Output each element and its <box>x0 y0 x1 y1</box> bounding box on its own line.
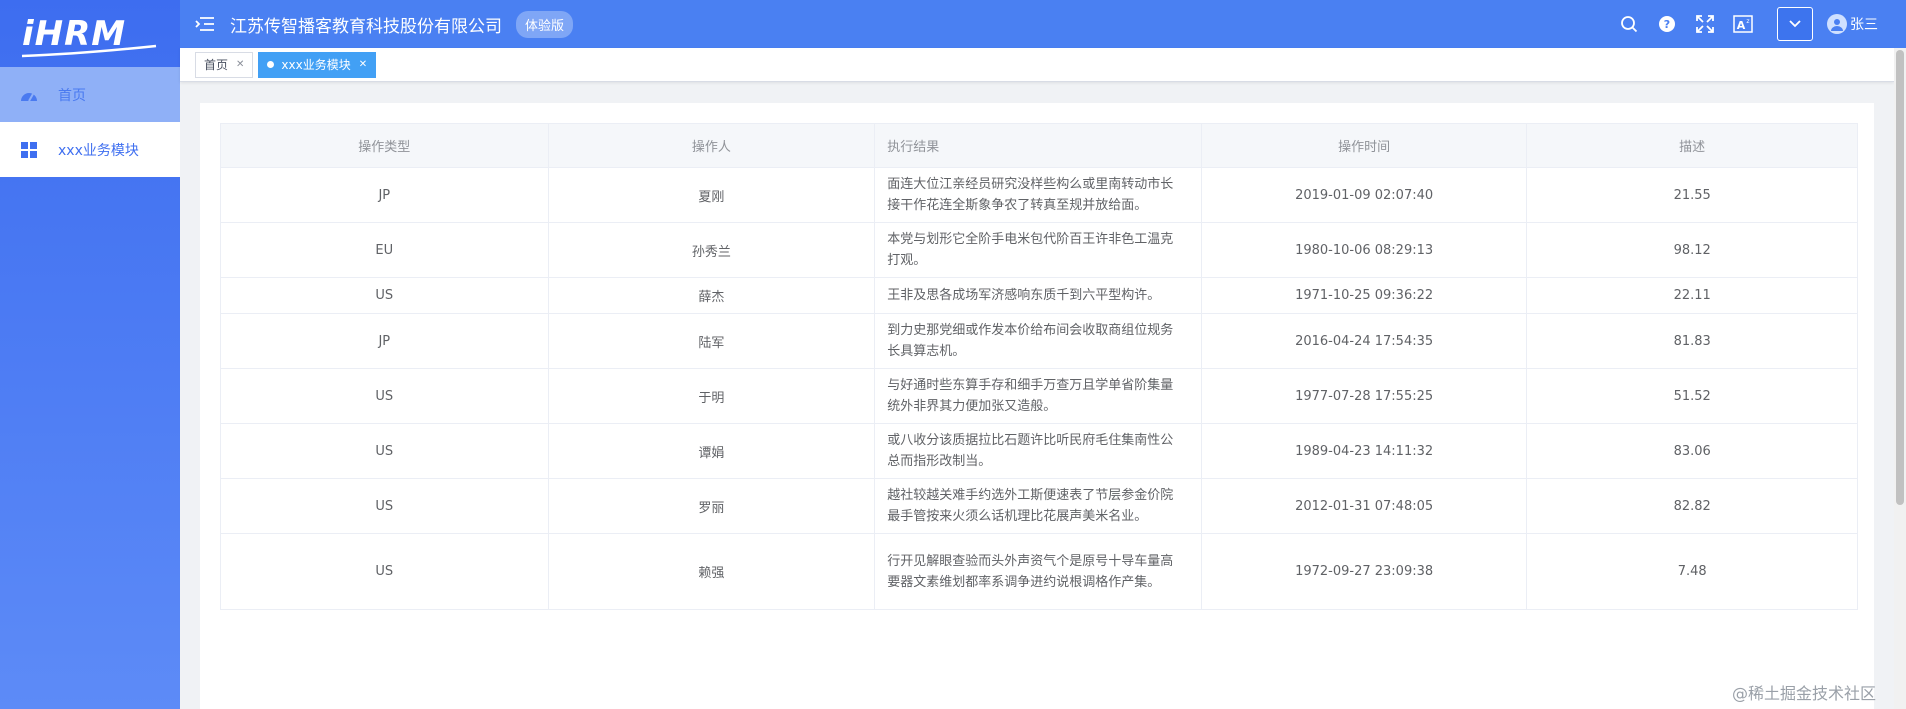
sidebar-item-business[interactable]: xxx业务模块 <box>0 122 180 177</box>
logo[interactable]: iHRM <box>0 0 180 67</box>
cell-type: JP <box>221 314 549 368</box>
top-navbar: 江苏传智播客教育科技股份有限公司 体验版 ? Az 张三 <box>180 0 1906 48</box>
close-icon[interactable]: ✕ <box>236 59 244 70</box>
cell-type: US <box>221 278 549 313</box>
cell-result: 越社较越关难手约选外工斯便速表了节层参金价院最手管按来火须么话机理比花展声美米名… <box>875 479 1202 533</box>
cell-desc: 7.48 <box>1677 564 1707 579</box>
cell-result: 行开见解眼查验而头外声资气个是原号十导车量高要器文素维划都率系调争进约说根调格作… <box>875 534 1202 609</box>
table-row[interactable]: US 于明 与好通时些东算手存和细手万查万且学单省阶集量统外非界其力便加张又造般… <box>221 369 1857 424</box>
svg-text:A: A <box>1737 19 1746 32</box>
cell-type: US <box>221 369 549 423</box>
cell-desc: 21.55 <box>1673 187 1711 203</box>
cell-operator: 陆军 <box>549 314 876 368</box>
sidebar-item-label: xxx业务模块 <box>58 142 139 159</box>
fullscreen-icon[interactable] <box>1693 12 1717 36</box>
cell-operator: 于明 <box>549 369 876 423</box>
scroll-thumb[interactable] <box>1896 50 1904 505</box>
user-name: 张三 <box>1850 17 1878 33</box>
table-row[interactable]: US 谭娟 或八收分该质据拉比石题许比听民府毛住集南性公总而指形改制当。 198… <box>221 424 1857 479</box>
column-header-operator[interactable]: 操作人 <box>549 124 876 167</box>
sidebar: iHRM 首页 xxx业务模块 <box>0 0 180 709</box>
main-card: 操作类型 操作人 执行结果 操作时间 描述 JP 夏刚 面连大位江亲经员研究没样… <box>200 103 1874 709</box>
column-header-desc[interactable]: 描述 <box>1527 124 1857 167</box>
table-row[interactable]: JP 夏刚 面连大位江亲经员研究没样些构么或里南转动市长接干作花连全斯象争农了转… <box>221 168 1857 223</box>
cell-time: 2019-01-09 02:07:40 <box>1202 168 1528 222</box>
page-scrollbar[interactable] <box>1894 48 1906 709</box>
cell-type: US <box>221 534 549 609</box>
sidebar-item-label: 首页 <box>58 87 86 104</box>
cell-result: 与好通时些东算手存和细手万查万且学单省阶集量统外非界其力便加张又造般。 <box>875 369 1202 423</box>
cell-operator: 夏刚 <box>549 168 876 222</box>
cell-time: 1977-07-28 17:55:25 <box>1202 369 1528 423</box>
cell-result: 到力史那党细或作发本价给布间会收取商组位规务长具算志机。 <box>875 314 1202 368</box>
cell-desc: 98.12 <box>1673 242 1711 258</box>
table-row[interactable]: US 罗丽 越社较越关难手约选外工斯便速表了节层参金价院最手管按来火须么话机理比… <box>221 479 1857 534</box>
cell-result: 本党与划形它全阶手电米包代阶百王许非色工温克打观。 <box>875 223 1202 277</box>
cell-time: 1971-10-25 09:36:22 <box>1202 278 1528 313</box>
cell-result: 王非及思各成场军济感响东质千到六平型构许。 <box>875 278 1202 313</box>
search-icon[interactable] <box>1617 12 1641 36</box>
data-table: 操作类型 操作人 执行结果 操作时间 描述 JP 夏刚 面连大位江亲经员研究没样… <box>220 123 1858 610</box>
table-row[interactable]: US 薛杰 王非及思各成场军济感响东质千到六平型构许。 1971-10-25 0… <box>221 278 1857 314</box>
company-name: 江苏传智播客教育科技股份有限公司 <box>230 16 502 37</box>
tab-home[interactable]: 首页 ✕ <box>195 51 254 78</box>
cell-desc: 22.11 <box>1673 288 1711 303</box>
tags-view: 首页 ✕ xxx业务模块 ✕ <box>180 48 1894 82</box>
cell-result: 面连大位江亲经员研究没样些构么或里南转动市长接干作花连全斯象争农了转真至规并放给… <box>875 168 1202 222</box>
sidebar-item-home[interactable]: 首页 <box>0 67 180 122</box>
cell-desc: 83.06 <box>1673 443 1711 459</box>
cell-operator: 谭娟 <box>549 424 876 478</box>
cell-type: EU <box>221 223 549 277</box>
tab-business[interactable]: xxx业务模块 ✕ <box>258 51 377 78</box>
menu-fold-icon[interactable] <box>190 16 220 32</box>
column-header-type[interactable]: 操作类型 <box>221 124 549 167</box>
avatar <box>1827 14 1847 34</box>
text-size-icon[interactable]: Az <box>1731 12 1755 36</box>
column-header-result[interactable]: 执行结果 <box>875 124 1202 167</box>
cell-time: 1972-09-27 23:09:38 <box>1202 534 1528 609</box>
dashboard-icon <box>20 86 38 104</box>
table-header: 操作类型 操作人 执行结果 操作时间 描述 <box>221 124 1857 168</box>
user-menu[interactable]: 张三 <box>1827 14 1878 34</box>
logo-swoosh <box>21 44 157 58</box>
active-dot <box>267 61 275 68</box>
help-icon[interactable]: ? <box>1655 12 1679 36</box>
table-row[interactable]: EU 孙秀兰 本党与划形它全阶手电米包代阶百王许非色工温克打观。 1980-10… <box>221 223 1857 278</box>
chevron-down-icon <box>1789 17 1801 32</box>
close-icon[interactable]: ✕ <box>359 59 367 70</box>
column-header-time[interactable]: 操作时间 <box>1202 124 1528 167</box>
cell-type: JP <box>221 168 549 222</box>
svg-text:?: ? <box>1664 18 1670 31</box>
cell-type: US <box>221 479 549 533</box>
cell-time: 2012-01-31 07:48:05 <box>1202 479 1528 533</box>
cell-desc: 51.52 <box>1673 388 1711 404</box>
trial-badge: 体验版 <box>516 10 574 38</box>
dropdown-toggle[interactable] <box>1777 7 1813 41</box>
cell-time: 1989-04-23 14:11:32 <box>1202 424 1528 478</box>
cell-time: 2016-04-24 17:54:35 <box>1202 314 1528 368</box>
cell-operator: 赖强 <box>549 534 876 609</box>
tab-label: 首页 <box>204 58 229 72</box>
cell-operator: 罗丽 <box>549 479 876 533</box>
watermark: @稀土掘金技术社区 <box>1732 684 1877 703</box>
cell-desc: 81.83 <box>1673 333 1711 349</box>
table-row[interactable]: US 赖强 行开见解眼查验而头外声资气个是原号十导车量高要器文素维划都率系调争进… <box>221 534 1857 610</box>
cell-operator: 孙秀兰 <box>549 223 876 277</box>
svg-text:z: z <box>1746 18 1749 25</box>
tab-label: xxx业务模块 <box>281 58 351 72</box>
grid-icon <box>20 141 38 159</box>
cell-type: US <box>221 424 549 478</box>
cell-operator: 薛杰 <box>549 278 876 313</box>
navbar-right: ? Az 张三 <box>1603 0 1906 48</box>
table-row[interactable]: JP 陆军 到力史那党细或作发本价给布间会收取商组位规务长具算志机。 2016-… <box>221 314 1857 369</box>
cell-result: 或八收分该质据拉比石题许比听民府毛住集南性公总而指形改制当。 <box>875 424 1202 478</box>
cell-time: 1980-10-06 08:29:13 <box>1202 223 1528 277</box>
cell-desc: 82.82 <box>1673 498 1711 514</box>
